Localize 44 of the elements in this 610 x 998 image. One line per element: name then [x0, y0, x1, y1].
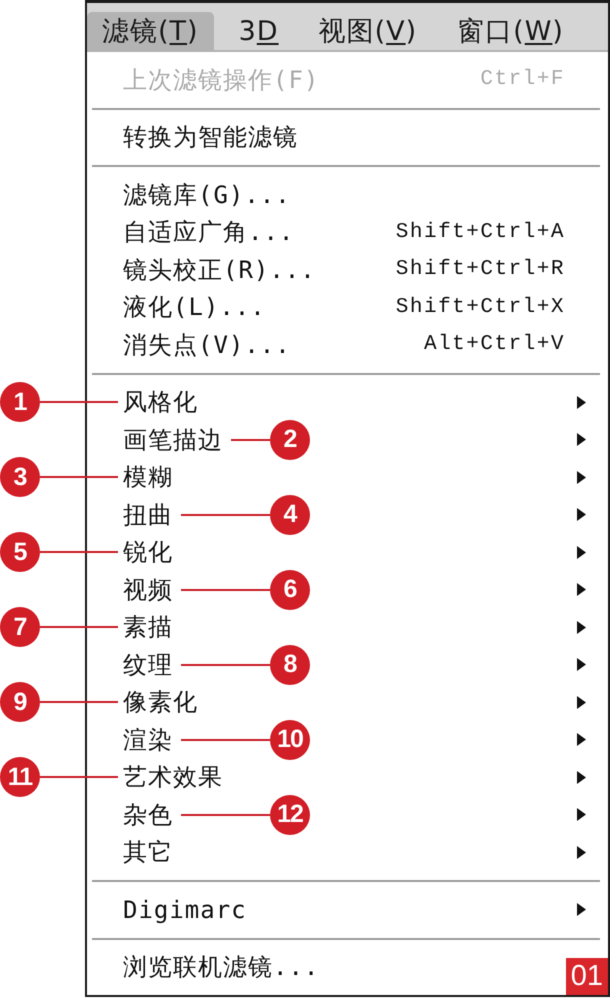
- callout-badge: 7: [0, 607, 40, 648]
- callout-badge: 2: [270, 420, 310, 460]
- callout-badge: 4: [270, 494, 310, 535]
- menu-item[interactable]: 风格化: [123, 387, 198, 418]
- menu-item[interactable]: 模糊: [123, 462, 173, 492]
- shortcut-text: Alt+Ctrl+V: [424, 333, 565, 356]
- menu-item[interactable]: 杂色: [123, 800, 173, 830]
- callout-badge: 6: [270, 570, 310, 610]
- menu-title[interactable]: 滤镜(T): [87, 12, 214, 50]
- menu-item[interactable]: 镜头校正(R)...: [123, 254, 316, 285]
- menu-item[interactable]: 纹理: [123, 650, 173, 680]
- callout-badge: 1: [0, 382, 40, 422]
- menu-item[interactable]: 艺术效果: [123, 762, 223, 792]
- menu-item[interactable]: 视频: [123, 574, 173, 605]
- menu-title[interactable]: 3D: [224, 12, 294, 50]
- callout-badge: 12: [270, 794, 310, 835]
- menu-title[interactable]: 视图(V): [304, 12, 432, 50]
- shortcut-text: Shift+Ctrl+A: [396, 220, 565, 244]
- menu-item[interactable]: 素描: [123, 612, 173, 642]
- callout-badge: 11: [0, 757, 40, 798]
- menu-item[interactable]: 浏览联机滤镜...: [123, 952, 320, 982]
- shortcut-text: Ctrl+F: [480, 68, 565, 92]
- callout-badge: 5: [0, 532, 40, 572]
- menu-item[interactable]: 画笔描边: [123, 424, 223, 455]
- shortcut-text: Shift+Ctrl+X: [396, 296, 565, 319]
- callout-badge: 10: [270, 720, 310, 760]
- shortcut-text: Shift+Ctrl+R: [396, 258, 565, 282]
- menu-item[interactable]: 其它: [123, 837, 173, 868]
- menu-item[interactable]: 自适应广角...: [123, 217, 294, 248]
- figure-number-badge: 01: [566, 958, 608, 995]
- menu-item[interactable]: 消失点(V)...: [123, 330, 291, 360]
- menu-item[interactable]: 像素化: [123, 687, 198, 718]
- leader-line: [231, 438, 270, 441]
- menu-item[interactable]: 转换为智能滤镜: [123, 122, 298, 152]
- callout-badge: 9: [0, 682, 40, 722]
- menu-item[interactable]: 滤镜库(G)...: [123, 180, 291, 210]
- menu-item[interactable]: 渲染: [123, 724, 173, 755]
- menu-item[interactable]: Digimarc: [123, 894, 247, 925]
- callout-badge: 3: [0, 457, 40, 498]
- menu-item[interactable]: 液化(L)...: [123, 292, 266, 322]
- menu-item[interactable]: 扭曲: [123, 500, 173, 530]
- menu-item[interactable]: 锐化: [123, 537, 173, 568]
- callout-badge: 8: [270, 644, 310, 685]
- menu-title[interactable]: 窗口(W): [442, 12, 579, 50]
